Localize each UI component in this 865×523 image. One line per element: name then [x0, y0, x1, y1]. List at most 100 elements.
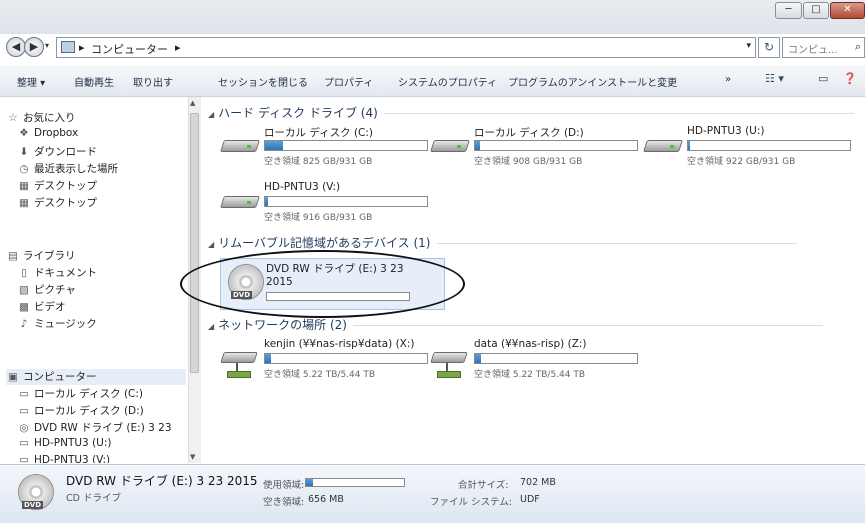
sidebar-item-desktop[interactable]: ▦ デスクトップ	[17, 178, 97, 194]
network-drive-tile-z[interactable]: data (¥¥nas-risp) (Z:) 空き領域 5.22 TB/5.44…	[430, 338, 646, 388]
address-bar[interactable]: ▸ コンピューター ▸ ▾	[56, 37, 756, 58]
group-header-removable[interactable]: ◢ リムーバブル記憶域があるデバイス (1)	[208, 234, 797, 251]
free-space-label: 空き領域 922 GB/931 GB	[687, 157, 796, 167]
sidebar-favorites-header[interactable]: ☆ お気に入り	[6, 110, 75, 126]
free-space-label: 空き領域 916 GB/931 GB	[264, 213, 373, 223]
close-session-button[interactable]: セッションを閉じる	[218, 74, 308, 89]
refresh-icon: ↻	[763, 40, 775, 54]
document-icon: ▯	[21, 267, 27, 279]
sidebar-item-drive-v[interactable]: ▭ HD-PNTU3 (V:)	[17, 454, 110, 463]
group-divider	[436, 243, 797, 244]
details-free-value: 656 MB	[308, 494, 344, 505]
computer-icon	[61, 41, 75, 53]
network-drive-icon	[430, 352, 470, 378]
usage-fill	[688, 141, 690, 150]
sidebar-item-pictures[interactable]: ▧ ピクチャ	[17, 282, 76, 298]
hard-drive-icon	[220, 191, 260, 209]
sidebar-item-desktop-2[interactable]: ▦ デスクトップ	[17, 195, 97, 211]
history-dropdown-icon[interactable]: ▾	[45, 41, 49, 50]
search-input[interactable]: コンピュ... ⌕	[782, 37, 865, 58]
download-folder-icon: ⬇	[19, 146, 29, 158]
sidebar-item-recent-places[interactable]: ◷ 最近表示した場所	[17, 161, 118, 177]
preview-pane-icon[interactable]: ▭	[818, 72, 828, 85]
drive-icon: ▭	[19, 437, 29, 449]
free-space-label: 空き領域 908 GB/931 GB	[474, 157, 583, 167]
sidebar-item-drive-d[interactable]: ▭ ローカル ディスク (D:)	[17, 403, 144, 419]
autoplay-button[interactable]: 自動再生	[74, 74, 114, 89]
forward-button[interactable]: ▶	[24, 37, 44, 57]
group-header-network[interactable]: ◢ ネットワークの場所 (2)	[208, 316, 823, 333]
scroll-down-icon[interactable]: ▼	[190, 453, 195, 461]
group-divider	[383, 113, 854, 114]
network-drive-tile-x[interactable]: kenjin (¥¥nas-risp¥data) (X:) 空き領域 5.22 …	[220, 338, 436, 388]
group-header-hdd[interactable]: ◢ ハード ディスク ドライブ (4)	[208, 104, 854, 121]
usage-fill	[475, 354, 482, 363]
details-used-label: 使用領域:	[263, 480, 305, 491]
address-dropdown-icon[interactable]: ▾	[746, 41, 751, 51]
sidebar-item-videos[interactable]: ▩ ビデオ	[17, 299, 65, 315]
system-properties-button[interactable]: システムのプロパティ	[398, 74, 497, 89]
drive-tile-c[interactable]: ローカル ディスク (C:) 空き領域 825 GB/931 GB	[220, 125, 436, 175]
computer-icon: ▣	[8, 371, 18, 383]
recent-places-icon: ◷	[19, 163, 29, 175]
drive-tile-u[interactable]: HD-PNTU3 (U:) 空き領域 922 GB/931 GB	[643, 125, 859, 175]
music-icon: ♪	[20, 318, 28, 330]
usage-bar	[264, 140, 428, 151]
help-icon[interactable]: ❓	[843, 72, 857, 85]
usage-fill	[475, 141, 480, 150]
details-fs-value: UDF	[520, 494, 540, 505]
drive-icon: ▭	[19, 454, 29, 463]
details-dvd-label-icon: DVD	[22, 501, 44, 509]
maximize-icon: □	[811, 4, 821, 15]
eject-button[interactable]: 取り出す	[133, 74, 173, 89]
breadcrumb-computer[interactable]: コンピューター	[91, 41, 168, 57]
usage-fill	[265, 354, 272, 363]
details-total-label: 合計サイズ:	[458, 480, 509, 491]
scroll-up-icon[interactable]: ▲	[190, 99, 195, 107]
drive-name: ローカル ディスク (D:)	[474, 127, 584, 139]
disc-icon: ◎	[19, 422, 29, 434]
back-button[interactable]: ◀	[6, 37, 26, 57]
breadcrumb-separator-end[interactable]: ▸	[175, 41, 181, 54]
details-subtitle: CD ドライブ	[66, 493, 121, 504]
sidebar-item-documents[interactable]: ▯ ドキュメント	[17, 265, 97, 281]
drive-name: HD-PNTU3 (U:)	[687, 125, 765, 137]
collapse-icon: ◢	[208, 110, 215, 119]
sidebar-libraries-header[interactable]: ▤ ライブラリ	[6, 248, 75, 264]
refresh-button[interactable]: ↻	[758, 37, 780, 58]
video-icon: ▩	[19, 301, 29, 313]
usage-bar	[687, 140, 851, 151]
maximize-button[interactable]: □	[803, 2, 829, 19]
picture-icon: ▧	[19, 284, 29, 296]
view-options-icon[interactable]: ☷ ▾	[765, 72, 784, 85]
drive-name: HD-PNTU3 (V:)	[264, 181, 341, 193]
usage-bar	[474, 140, 638, 151]
sidebar-item-dvd-e[interactable]: ◎ DVD RW ドライブ (E:) 3 23	[17, 420, 171, 436]
sidebar-scroll-thumb[interactable]	[190, 113, 199, 373]
organize-button[interactable]: 整理 ▾	[17, 74, 45, 89]
drive-tile-v[interactable]: HD-PNTU3 (V:) 空き領域 916 GB/931 GB	[220, 181, 436, 231]
sidebar-item-music[interactable]: ♪ ミュージック	[17, 316, 97, 332]
back-arrow-icon: ◀	[11, 40, 21, 53]
collapse-icon: ◢	[208, 240, 215, 249]
minimize-icon: ─	[785, 4, 792, 15]
minimize-button[interactable]: ─	[775, 2, 802, 19]
more-commands-button[interactable]: »	[725, 74, 731, 85]
drive-tile-d[interactable]: ローカル ディスク (D:) 空き領域 908 GB/931 GB	[430, 125, 646, 175]
sidebar-item-dropbox[interactable]: ❖ Dropbox	[17, 127, 78, 143]
hard-drive-icon	[430, 135, 470, 153]
drive-name: kenjin (¥¥nas-risp¥data) (X:)	[264, 338, 415, 350]
sidebar-item-drive-u[interactable]: ▭ HD-PNTU3 (U:)	[17, 437, 111, 453]
usage-fill	[265, 141, 283, 150]
hard-drive-icon	[220, 135, 260, 153]
sidebar-item-downloads[interactable]: ⬇ ダウンロード	[17, 144, 97, 160]
sidebar-item-drive-c[interactable]: ▭ ローカル ディスク (C:)	[17, 386, 143, 402]
sidebar-computer-header[interactable]: ▣ コンピューター	[6, 369, 186, 385]
close-icon: ✕	[843, 4, 852, 15]
usage-bar	[264, 353, 428, 364]
uninstall-programs-button[interactable]: プログラムのアンインストールと変更	[508, 74, 677, 89]
properties-button[interactable]: プロパティ	[324, 74, 373, 89]
close-button[interactable]: ✕	[830, 2, 865, 19]
drive-name: ローカル ディスク (C:)	[264, 127, 374, 139]
search-icon: ⌕	[854, 40, 861, 53]
